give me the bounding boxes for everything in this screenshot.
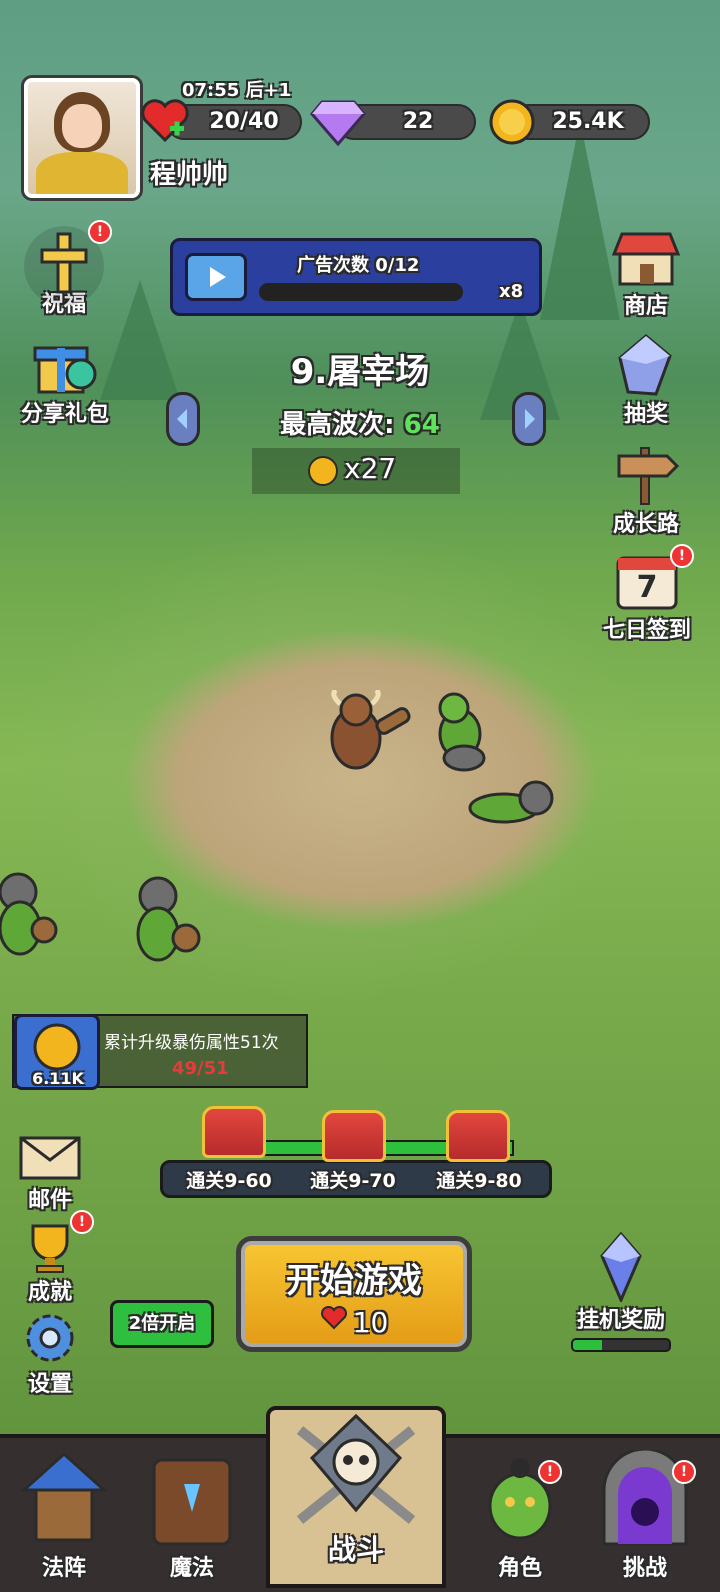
prev-level-button[interactable] [166, 392, 200, 446]
chevron-right-icon [525, 409, 535, 429]
growth-path-button[interactable]: 成长路 [600, 444, 692, 538]
quest-text: 累计升级暴伤属性51次 [104, 1033, 279, 1053]
level-reward-panel: x27 [252, 448, 460, 494]
player-name: 程帅帅 [150, 160, 229, 190]
settings-label: 设置 [27, 1372, 72, 1397]
chevron-left-icon [177, 409, 187, 429]
quest-reward-slot: 6.11K [14, 1014, 100, 1090]
start-game-label: 开始游戏 [286, 1261, 422, 1301]
ad-multiplier: x8 [499, 281, 524, 302]
mail-button[interactable]: 邮件 [12, 1130, 88, 1214]
milestone-label: 通关9-70 [310, 1170, 396, 1192]
heart-icon [140, 98, 190, 144]
best-wave-value: 64 [403, 410, 440, 440]
tab-magic[interactable]: 魔法 [140, 1450, 244, 1581]
start-game-button[interactable]: 开始游戏 10 [236, 1236, 472, 1352]
tab-formation-label: 法阵 [41, 1556, 86, 1581]
seven-day-checkin-label: 七日签到 [602, 618, 691, 643]
achievement-alert-badge: ! [70, 1210, 94, 1234]
mail-label: 邮件 [27, 1188, 72, 1213]
double-speed-label: 2倍开启 [128, 1313, 196, 1334]
share-gift-label: 分享礼包 [20, 402, 109, 427]
gift-icon [33, 336, 97, 396]
blessing-alert-badge: ! [88, 220, 112, 244]
ad-count-label: 广告次数 0/12 [297, 255, 420, 276]
orc-enemy [0, 870, 60, 960]
idle-reward-label: 挂机奖励 [576, 1308, 665, 1333]
tab-magic-label: 魔法 [169, 1556, 214, 1581]
envelope-icon [15, 1130, 85, 1182]
energy-timer: 07:55 后+1 [182, 80, 292, 101]
ad-progress-bar [259, 283, 463, 301]
signpost-icon [611, 444, 681, 506]
avatar-coat [36, 152, 128, 194]
quest-panel[interactable]: 6.11K 累计升级暴伤属性51次 49/51 [12, 1014, 308, 1090]
tab-formation[interactable]: 法阵 [12, 1450, 116, 1581]
tab-character-label: 角色 [497, 1556, 542, 1581]
tab-challenge-label: 挑战 [622, 1556, 667, 1581]
diamond-icon [310, 98, 366, 147]
level-reward-amount: x27 [344, 452, 397, 485]
start-cost: 10 [241, 1305, 467, 1339]
orc-enemy-fallen [450, 772, 560, 832]
lottery-label: 抽奖 [623, 402, 668, 427]
next-level-button[interactable] [512, 392, 546, 446]
tab-battle-label: 战斗 [327, 1533, 384, 1566]
best-wave-label: 最高波次: [280, 410, 395, 440]
avatar-face [62, 104, 102, 148]
spellbook-icon [152, 1458, 232, 1546]
tab-battle[interactable]: 战斗 [266, 1406, 446, 1588]
orc-enemy [420, 684, 510, 774]
gear-icon [19, 1310, 81, 1366]
crystal-icon [614, 334, 678, 396]
chest-icon[interactable] [446, 1110, 510, 1162]
orc-enemy [126, 876, 202, 966]
checkin-alert-badge: ! [670, 544, 694, 568]
lottery-button[interactable]: 抽奖 [606, 334, 686, 428]
checkin-day: 7 [636, 570, 658, 605]
coin-icon [488, 98, 536, 146]
milestone-label: 通关9-60 [186, 1170, 272, 1192]
idle-reward-progress-fill [573, 1340, 602, 1350]
coin-icon [33, 1023, 81, 1071]
double-speed-button[interactable]: 2倍开启 [110, 1300, 214, 1348]
shop-label: 商店 [623, 294, 668, 319]
coin-icon [308, 456, 338, 486]
tower-icon [20, 1451, 108, 1542]
start-cost-value: 10 [352, 1306, 389, 1339]
skull-crossed-swords-icon [296, 1413, 416, 1524]
crystal-icon [596, 1231, 646, 1304]
growth-path-label: 成长路 [612, 512, 679, 537]
milestone-label: 通关9-80 [436, 1170, 522, 1192]
settings-button[interactable]: 设置 [12, 1310, 88, 1398]
heart-icon [320, 1305, 347, 1330]
minotaur-hero [316, 687, 412, 780]
idle-reward-button[interactable]: 挂机奖励 [566, 1231, 676, 1352]
ad-reward-banner[interactable]: 广告次数 0/12 x8 [170, 238, 542, 316]
chest-icon[interactable] [202, 1106, 266, 1158]
achievement-label: 成就 [27, 1280, 72, 1305]
chest-icon[interactable] [322, 1110, 386, 1162]
idle-reward-progress [571, 1338, 671, 1352]
achievement-button[interactable]: 成就 [12, 1222, 88, 1306]
shop-button[interactable]: 商店 [606, 228, 686, 320]
video-play-icon [185, 253, 247, 301]
quest-progress: 49/51 [172, 1058, 229, 1079]
shop-icon [610, 228, 682, 288]
share-gift-button[interactable]: 分享礼包 [10, 336, 120, 428]
challenge-alert-badge: ! [672, 1460, 696, 1484]
quest-reward-amount: 6.11K [32, 1069, 84, 1088]
character-alert-badge: ! [538, 1460, 562, 1484]
player-avatar[interactable] [24, 78, 140, 198]
